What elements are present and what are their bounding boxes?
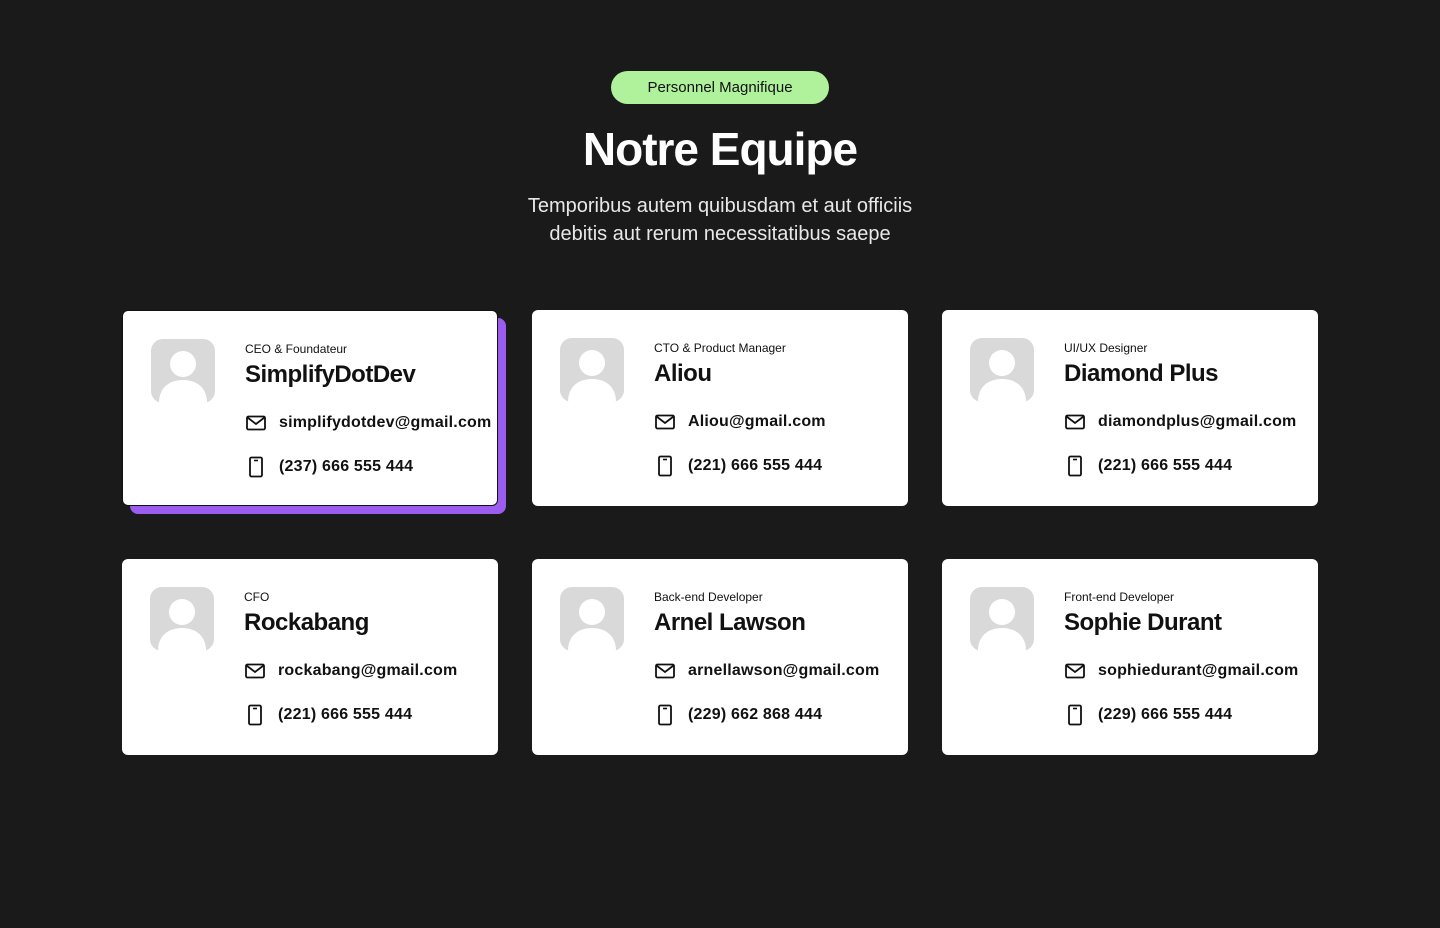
phone-row[interactable]: (237) 666 555 444 bbox=[245, 455, 413, 479]
page-title: Notre Equipe bbox=[582, 123, 858, 175]
user-icon bbox=[970, 338, 1034, 402]
mail-icon bbox=[1064, 411, 1086, 433]
phone-row[interactable]: (221) 666 555 444 bbox=[244, 703, 412, 727]
email-row[interactable]: rockabang@gmail.com bbox=[244, 659, 457, 683]
member-phone[interactable]: (237) 666 555 444 bbox=[279, 458, 413, 476]
member-phone[interactable]: (229) 662 868 444 bbox=[688, 706, 822, 724]
user-icon bbox=[560, 587, 624, 651]
member-name: Sophie Durant bbox=[1064, 609, 1222, 636]
member-role: CFO bbox=[244, 590, 270, 604]
email-row[interactable]: simplifydotdev@gmail.com bbox=[245, 411, 491, 435]
team-card-body[interactable]: Back-end Developer Arnel Lawson arnellaw… bbox=[532, 559, 908, 755]
member-name: Aliou bbox=[654, 360, 712, 387]
mail-icon bbox=[654, 411, 676, 433]
member-phone[interactable]: (221) 666 555 444 bbox=[1098, 457, 1232, 475]
email-row[interactable]: Aliou@gmail.com bbox=[654, 410, 826, 434]
team-card[interactable]: Back-end Developer Arnel Lawson arnellaw… bbox=[532, 559, 908, 755]
member-email[interactable]: arnellawson@gmail.com bbox=[688, 662, 879, 680]
mail-icon bbox=[244, 660, 266, 682]
user-icon bbox=[150, 587, 214, 651]
user-icon bbox=[560, 338, 624, 402]
phone-row[interactable]: (229) 662 868 444 bbox=[654, 703, 822, 727]
member-name: Arnel Lawson bbox=[654, 609, 806, 636]
phone-icon bbox=[654, 704, 676, 726]
mail-icon bbox=[245, 412, 267, 434]
member-name: Diamond Plus bbox=[1064, 360, 1219, 387]
section-badge: Personnel Magnifique bbox=[611, 71, 829, 104]
team-card-body[interactable]: CEO & Foundateur SimplifyDotDev simplify… bbox=[122, 310, 498, 506]
member-role: Back-end Developer bbox=[654, 590, 763, 604]
member-role: UI/UX Designer bbox=[1064, 341, 1148, 355]
member-email[interactable]: sophiedurant@gmail.com bbox=[1098, 662, 1298, 680]
member-name: SimplifyDotDev bbox=[245, 361, 416, 388]
team-card[interactable]: UI/UX Designer Diamond Plus diamondplus@… bbox=[942, 310, 1318, 506]
phone-row[interactable]: (221) 666 555 444 bbox=[1064, 454, 1232, 478]
team-card[interactable]: CEO & Foundateur SimplifyDotDev simplify… bbox=[122, 310, 506, 514]
page-subtitle: Temporibus autem quibusdam et aut offici… bbox=[470, 192, 970, 248]
phone-icon bbox=[1064, 455, 1086, 477]
team-card-body[interactable]: Front-end Developer Sophie Durant sophie… bbox=[942, 559, 1318, 755]
user-icon bbox=[970, 587, 1034, 651]
member-email[interactable]: simplifydotdev@gmail.com bbox=[279, 414, 491, 432]
team-card[interactable]: CTO & Product Manager Aliou Aliou@gmail.… bbox=[532, 310, 908, 506]
phone-row[interactable]: (221) 666 555 444 bbox=[654, 454, 822, 478]
phone-row[interactable]: (229) 666 555 444 bbox=[1064, 703, 1232, 727]
team-card[interactable]: CFO Rockabang rockabang@gmail.com (221) … bbox=[122, 559, 498, 755]
phone-icon bbox=[245, 456, 267, 478]
member-role: CEO & Foundateur bbox=[245, 342, 348, 356]
phone-icon bbox=[244, 704, 266, 726]
member-role: CTO & Product Manager bbox=[654, 341, 786, 355]
phone-icon bbox=[654, 455, 676, 477]
mail-icon bbox=[1064, 660, 1086, 682]
member-role: Front-end Developer bbox=[1064, 590, 1175, 604]
member-phone[interactable]: (221) 666 555 444 bbox=[688, 457, 822, 475]
mail-icon bbox=[654, 660, 676, 682]
member-email[interactable]: Aliou@gmail.com bbox=[688, 413, 826, 431]
subtitle-line-2: debitis aut rerum necessitatibus saepe bbox=[549, 223, 891, 245]
member-phone[interactable]: (229) 666 555 444 bbox=[1098, 706, 1232, 724]
email-row[interactable]: arnellawson@gmail.com bbox=[654, 659, 879, 683]
team-card-body[interactable]: UI/UX Designer Diamond Plus diamondplus@… bbox=[942, 310, 1318, 506]
member-phone[interactable]: (221) 666 555 444 bbox=[278, 706, 412, 724]
email-row[interactable]: sophiedurant@gmail.com bbox=[1064, 659, 1298, 683]
member-name: Rockabang bbox=[244, 609, 369, 636]
email-row[interactable]: diamondplus@gmail.com bbox=[1064, 410, 1297, 434]
member-email[interactable]: diamondplus@gmail.com bbox=[1098, 413, 1297, 431]
phone-icon bbox=[1064, 704, 1086, 726]
team-card-body[interactable]: CFO Rockabang rockabang@gmail.com (221) … bbox=[122, 559, 498, 755]
member-email[interactable]: rockabang@gmail.com bbox=[278, 662, 457, 680]
team-card-body[interactable]: CTO & Product Manager Aliou Aliou@gmail.… bbox=[532, 310, 908, 506]
subtitle-line-1: Temporibus autem quibusdam et aut offici… bbox=[527, 195, 913, 217]
user-icon bbox=[151, 339, 215, 403]
team-card[interactable]: Front-end Developer Sophie Durant sophie… bbox=[942, 559, 1318, 755]
